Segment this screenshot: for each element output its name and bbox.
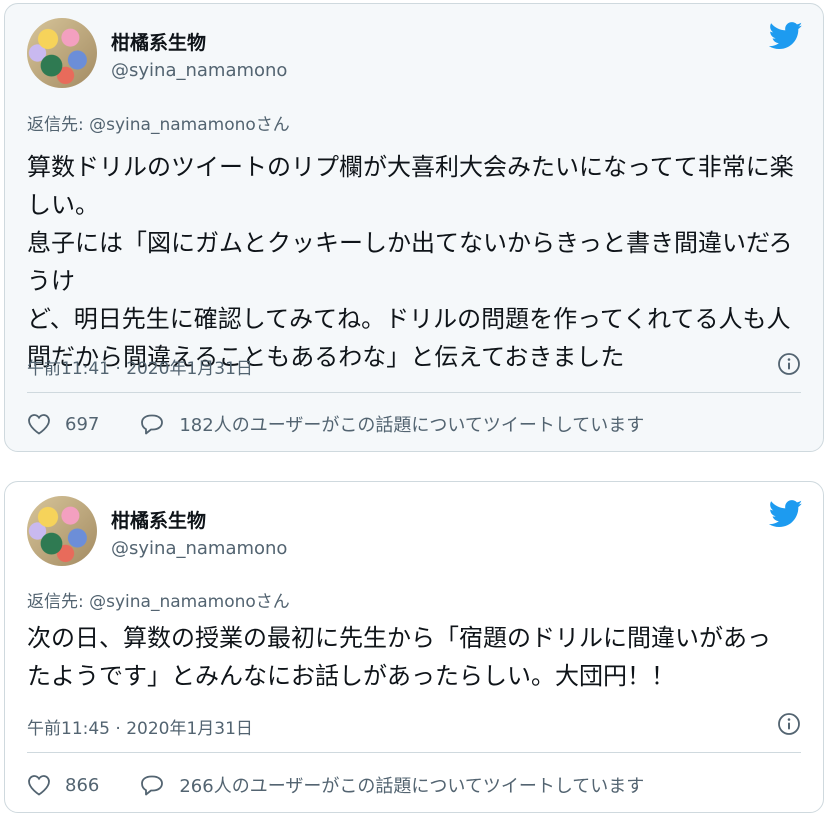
divider — [27, 752, 801, 753]
tweet-timestamp[interactable]: 午前11:41 · 2020年1月31日 — [27, 354, 253, 379]
conversation-text: 266人のユーザーがこの話題についてツイートしています — [179, 776, 645, 797]
like-count: 866 — [65, 774, 100, 796]
reply-to-line: 返信先: @syina_namamonoさん — [27, 587, 290, 612]
divider — [27, 392, 801, 393]
reply-bubble-icon — [141, 414, 164, 435]
heart-icon — [28, 414, 50, 435]
reply-mention-link[interactable]: @syina_namamonoさん — [89, 115, 290, 135]
user-name[interactable]: 柑橘系生物 — [111, 28, 206, 55]
user-handle[interactable]: @syina_namamono — [111, 60, 287, 81]
reply-to-line: 返信先: @syina_namamonoさん — [27, 110, 290, 135]
like-count: 697 — [65, 413, 100, 435]
reply-to-label: 返信先: — [27, 592, 84, 612]
tweet-text: 次の日、算数の授業の最初に先生から「宿題のドリルに間違いがあっ たようです」とみ… — [27, 624, 771, 690]
reply-mention-link[interactable]: @syina_namamonoさん — [89, 592, 290, 612]
tweet-card[interactable]: 柑橘系生物 @syina_namamono 返信先: @syina_namamo… — [4, 3, 824, 452]
tweet-card[interactable]: 柑橘系生物 @syina_namamono 返信先: @syina_namamo… — [4, 481, 824, 813]
info-icon[interactable] — [777, 352, 801, 376]
like-button[interactable]: 866 — [27, 774, 99, 796]
like-button[interactable]: 697 — [27, 413, 99, 435]
reply-to-label: 返信先: — [27, 115, 84, 135]
tweet-timestamp[interactable]: 午前11:45 · 2020年1月31日 — [27, 714, 253, 739]
tweet-actions: 866 266人のユーザーがこの話題についてツイートしています — [27, 772, 644, 798]
tweet-text: 算数ドリルのツイートのリプ欄が大喜利大会みたいになってて非常に楽 しい。 息子に… — [27, 153, 794, 371]
conversation-link[interactable]: 182人のユーザーがこの話題についてツイートしています — [139, 411, 644, 437]
heart-icon — [28, 775, 50, 796]
tweet-actions: 697 182人のユーザーがこの話題についてツイートしています — [27, 411, 644, 437]
reply-bubble-icon — [141, 775, 164, 796]
conversation-text: 182人のユーザーがこの話題についてツイートしています — [179, 415, 645, 436]
conversation-link[interactable]: 266人のユーザーがこの話題についてツイートしています — [139, 772, 644, 798]
info-icon[interactable] — [777, 712, 801, 736]
avatar[interactable] — [27, 496, 97, 566]
twitter-bird-icon[interactable] — [769, 500, 803, 528]
twitter-bird-icon[interactable] — [769, 22, 803, 50]
user-handle[interactable]: @syina_namamono — [111, 538, 287, 559]
user-name[interactable]: 柑橘系生物 — [111, 506, 206, 533]
avatar[interactable] — [27, 18, 97, 88]
